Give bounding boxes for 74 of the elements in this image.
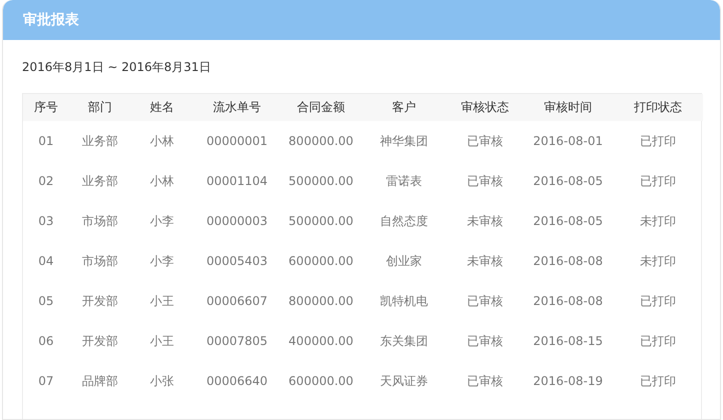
table-cell-text: 已审核 [466,172,504,190]
column-header: 客户 [361,94,447,121]
table-cell-text: 市场部 [81,252,119,270]
table-cell-text: 600000.00 [288,253,354,270]
table-cell-text: 00006607 [205,293,269,310]
table-cell-text: 市场部 [81,212,119,230]
column-header: 姓名 [131,94,193,121]
column-header: 审核时间 [523,94,613,121]
table-cell-text: 已审核 [466,292,504,310]
column-header: 审核状态 [447,94,523,121]
table-cell-text: 业务部 [81,172,119,190]
table-cell-text: 00001104 [205,173,269,190]
table-cell-text: 04 [37,253,55,270]
table-cell-text: 00000003 [205,213,269,230]
table-cell-text: 800000.00 [288,293,354,310]
table-cell-text: 2016-08-05 [532,213,604,230]
table-cell-text: 06 [37,333,55,350]
table-cell-text: 2016-08-08 [532,253,604,270]
table-cell-text: 已打印 [639,172,677,190]
table-cell-text: 东关集团 [379,332,429,350]
table-cell-text: 雷诺表 [385,172,423,190]
column-header: 打印状态 [613,94,703,121]
table-cell: 00000001 [193,121,281,161]
column-header: 合同金额 [281,94,361,121]
table-cell-text: 2016-08-08 [532,293,604,310]
column-header: 序号 [23,94,69,121]
table-cell-text: 天风证券 [379,372,429,390]
table-cell: 小林 [131,121,193,161]
table-cell: 已打印 [613,121,703,161]
table-cell-text: 开发部 [81,332,119,350]
panel-title: 审批报表 [23,11,79,29]
column-header: 部门 [69,94,131,121]
table-cell-text: 05 [37,293,55,310]
table-cell-text: 500000.00 [288,213,354,230]
table-cell-text: 未打印 [639,212,677,230]
table-cell-text: 500000.00 [288,173,354,190]
table-cell-text: 02 [37,173,55,190]
table-cell-text: 07 [37,373,55,390]
table-cell-text: 小林 [149,172,175,190]
table-cell-text: 开发部 [81,292,119,310]
table-cell-text: 00005403 [205,253,269,270]
table-cell-text: 品牌部 [81,372,119,390]
table-cell-text: 00007805 [205,333,269,350]
table-cell-text: 已审核 [466,372,504,390]
table-cell-text: 小李 [149,212,175,230]
table-cell-text: 00006640 [205,373,269,390]
table-cell-text: 创业家 [385,252,423,270]
table-cell: 01 [23,121,69,161]
table-cell-text: 400000.00 [288,333,354,350]
table-cell-text: 2016-08-05 [532,173,604,190]
table-cell-text: 600000.00 [288,373,354,390]
table-cell-text: 自然态度 [379,212,429,230]
column-header: 流水单号 [193,94,281,121]
table-cell-text: 未审核 [466,212,504,230]
table-cell-text: 03 [37,213,55,230]
table-cell-text: 小张 [149,372,175,390]
table-cell: 业务部 [69,121,131,161]
table-cell-text: 已打印 [639,372,677,390]
table-cell-text: 未打印 [639,252,677,270]
table-cell-text: 小王 [149,332,175,350]
table-cell-text: 已打印 [639,292,677,310]
table-cell-text: 未审核 [466,252,504,270]
date-range: 2016年8月1日 ~ 2016年8月31日 [22,59,212,76]
table-cell-text: 2016-08-19 [532,373,604,390]
table-cell-text: 2016-08-15 [532,333,604,350]
table-cell-text: 已打印 [639,332,677,350]
table-cell-text: 凯特机电 [379,292,429,310]
table-cell: 2016-08-01 [523,121,613,161]
table-cell: 已审核 [447,121,523,161]
table-cell: 神华集团 [361,121,447,161]
table-cell-text: 小王 [149,292,175,310]
table-cell: 800000.00 [281,121,361,161]
table-cell-text: 已审核 [466,332,504,350]
table-cell-text: 小李 [149,252,175,270]
